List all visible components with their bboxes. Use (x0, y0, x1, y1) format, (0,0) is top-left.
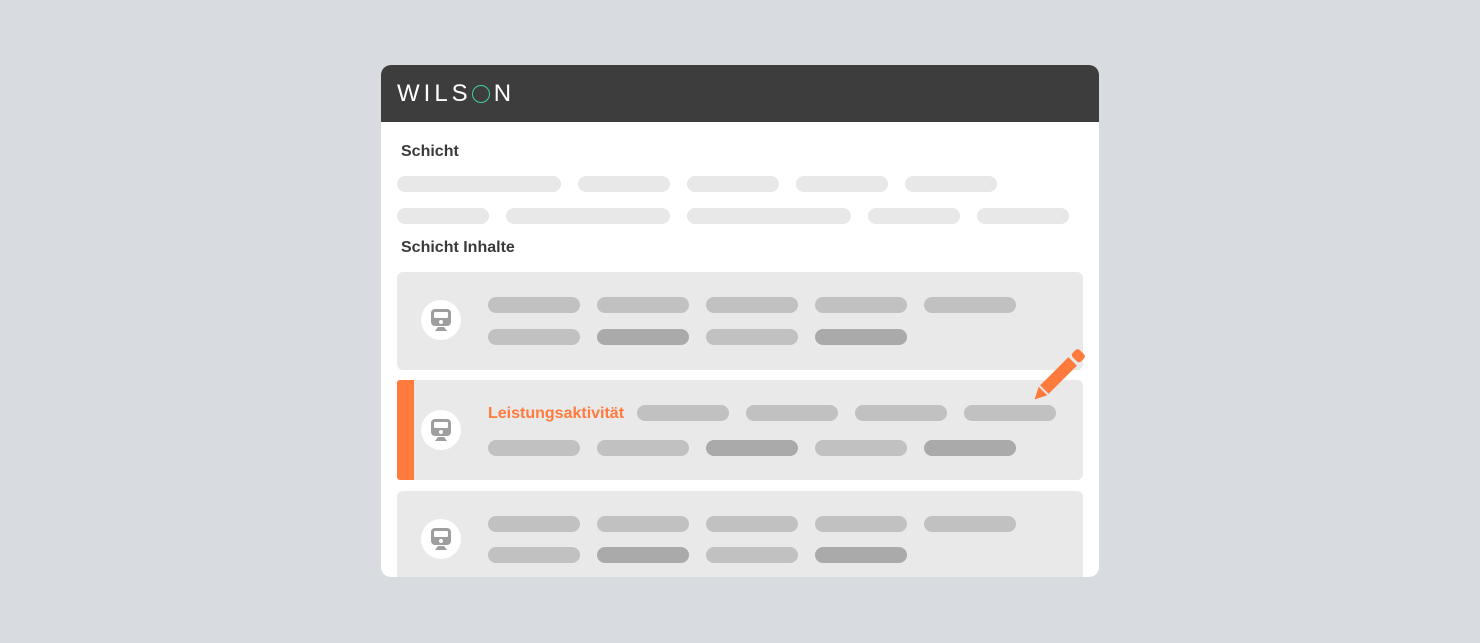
placeholder-field (397, 208, 489, 224)
placeholder-field (924, 440, 1016, 456)
placeholder-field (924, 297, 1016, 313)
logo-ring-icon (471, 85, 490, 103)
logo-text-start: WILS (397, 80, 472, 107)
placeholder-field (815, 516, 907, 532)
app-window: WILS N Schicht Schicht Inhalte Leistungs… (381, 65, 1099, 577)
section-title-contents: Schicht Inhalte (401, 239, 515, 256)
pencil-icon[interactable] (1022, 347, 1088, 411)
card-label: Leistungsaktivität (488, 405, 625, 422)
placeholder-field (924, 516, 1016, 532)
placeholder-field (815, 297, 907, 313)
placeholder-field (397, 176, 561, 192)
placeholder-field (687, 208, 851, 224)
placeholder-field (578, 176, 670, 192)
placeholder-field (597, 516, 689, 532)
placeholder-field (488, 329, 580, 345)
placeholder-field (706, 547, 798, 563)
placeholder-field (488, 440, 580, 456)
placeholder-field (815, 440, 907, 456)
placeholder-field (687, 176, 779, 192)
placeholder-field (637, 405, 729, 421)
placeholder-field (855, 405, 947, 421)
placeholder-field (815, 547, 907, 563)
placeholder-field (746, 405, 838, 421)
placeholder-field (506, 208, 670, 224)
placeholder-field (868, 208, 960, 224)
placeholder-field (488, 516, 580, 532)
placeholder-field (796, 176, 888, 192)
train-icon (421, 300, 461, 340)
placeholder-field (706, 297, 798, 313)
content-card-selected[interactable]: Leistungsaktivität (397, 380, 1083, 480)
placeholder-field (597, 329, 689, 345)
selection-accent-bar (397, 380, 414, 480)
logo-text-end: N (493, 80, 516, 107)
placeholder-field (977, 208, 1069, 224)
placeholder-field (815, 329, 907, 345)
wilson-logo[interactable]: WILS N (397, 80, 515, 108)
placeholder-field (597, 297, 689, 313)
content-card[interactable] (397, 272, 1083, 370)
placeholder-field (706, 440, 798, 456)
placeholder-field (706, 329, 798, 345)
placeholder-field (488, 547, 580, 563)
placeholder-field (905, 176, 997, 192)
placeholder-field (597, 547, 689, 563)
section-title-shift: Schicht (401, 143, 459, 160)
placeholder-field (706, 516, 798, 532)
content-card[interactable] (397, 491, 1083, 577)
train-icon (421, 519, 461, 559)
train-icon (421, 410, 461, 450)
top-bar: WILS N (381, 65, 1099, 122)
placeholder-field (488, 297, 580, 313)
placeholder-field (597, 440, 689, 456)
